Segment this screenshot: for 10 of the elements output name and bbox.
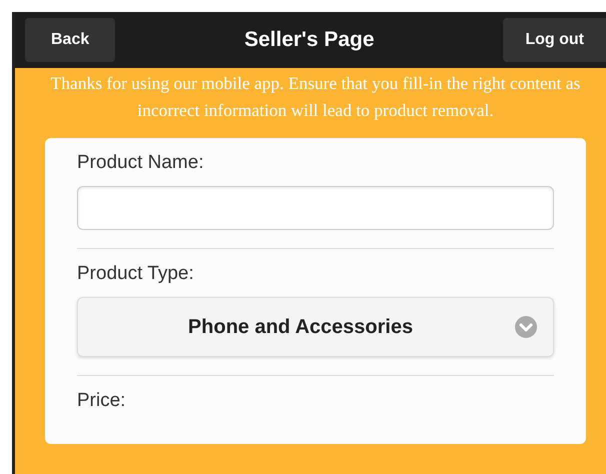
dropdown-select[interactable]: Phone and Accessories — [77, 297, 554, 357]
log-out-button[interactable]: Log out — [503, 18, 606, 62]
back-button[interactable]: Back — [25, 18, 116, 62]
chevron-down-icon — [515, 316, 537, 338]
notice-text: Thanks for using our mobile app. Ensure that you fill-in the right content as incorrect information will lead to product removal. — [50, 72, 582, 122]
field-label: Product Type: — [77, 263, 195, 285]
page-title: Seller's Page — [244, 28, 374, 52]
field-label: Product Name: — [77, 152, 205, 174]
text-input-field[interactable] — [77, 186, 554, 230]
field-label: Price: — [77, 390, 127, 412]
